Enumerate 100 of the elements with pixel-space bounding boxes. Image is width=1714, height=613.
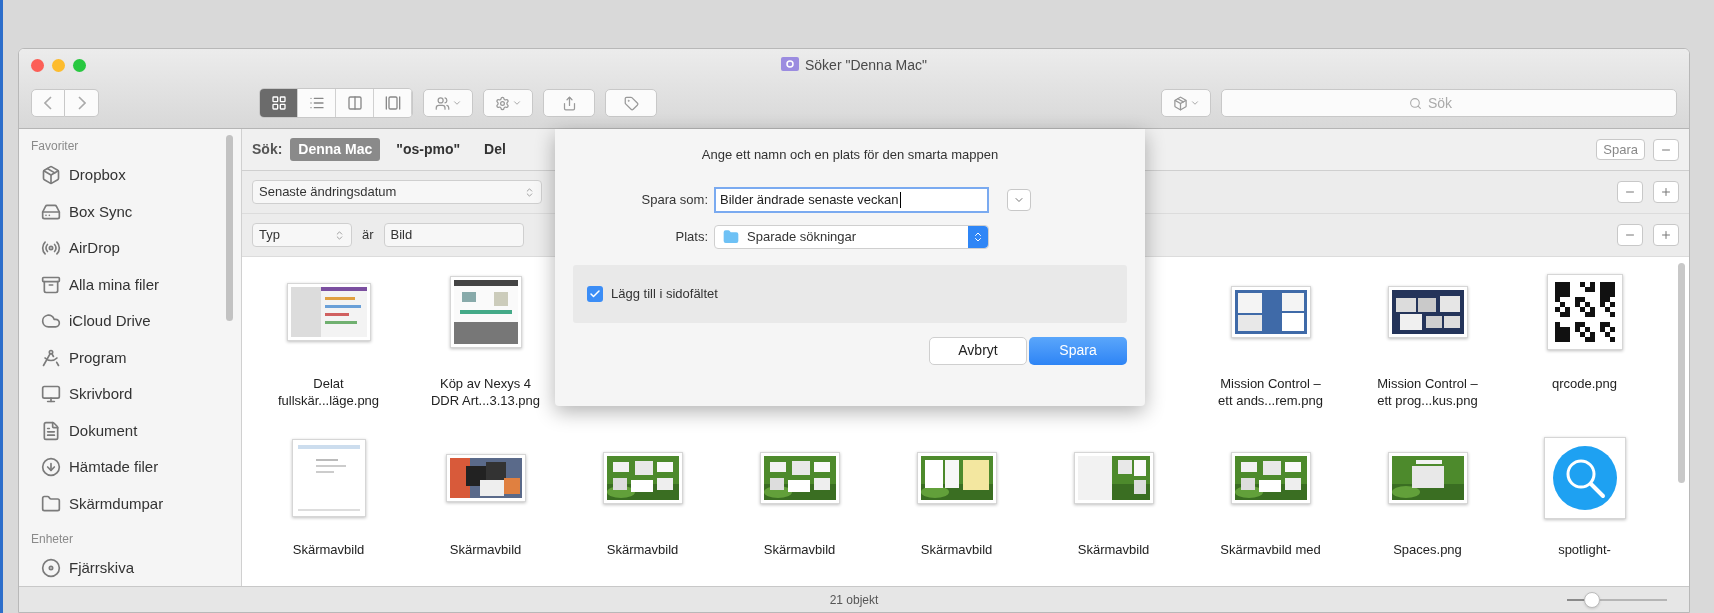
- action-button[interactable]: [483, 89, 533, 117]
- download-icon: [41, 457, 61, 478]
- search-field[interactable]: Sök: [1221, 89, 1677, 117]
- save-as-label: Spara som:: [640, 190, 708, 209]
- sidebar-item[interactable]: Box Sync: [69, 200, 133, 223]
- search-icon: [1409, 97, 1422, 110]
- forward-button[interactable]: [65, 89, 99, 117]
- file-name[interactable]: Mission Control – ett prog...kus.png: [1377, 375, 1478, 409]
- sidebar-item[interactable]: Hämtade filer: [69, 456, 159, 479]
- search-scope-label: Sök:: [252, 140, 283, 159]
- gear-icon: [494, 95, 510, 111]
- stepper-icon: [334, 229, 345, 241]
- folder-icon: [41, 493, 61, 514]
- dialog-message: Ange ett namn och en plats för den smarta mappen: [700, 146, 1000, 164]
- view-mode-button[interactable]: [298, 89, 336, 117]
- sidebar-item[interactable]: AirDrop: [69, 237, 120, 260]
- cancel-button[interactable]: Avbryt: [929, 336, 1027, 365]
- add-button[interactable]: [1653, 181, 1679, 203]
- file-name[interactable]: Skärmavbild: [920, 541, 993, 558]
- add-button[interactable]: [1653, 224, 1679, 246]
- back-button[interactable]: [31, 89, 65, 117]
- criteria-operator: är: [362, 226, 374, 245]
- close-button[interactable]: [31, 58, 44, 72]
- tag-button[interactable]: [605, 89, 657, 117]
- caret-icon: [1189, 98, 1200, 108]
- columns-icon: [346, 95, 363, 111]
- criteria-popup[interactable]: Senaste ändringsdatum: [252, 180, 542, 204]
- caret-icon: [511, 98, 522, 108]
- caret-icon: [451, 98, 462, 108]
- window-title: Söker "Denna Mac": [805, 55, 927, 75]
- location-label: Plats:: [674, 227, 708, 246]
- sidebar-item[interactable]: Fjärrskiva: [69, 557, 134, 580]
- sidebar-item[interactable]: Skrivbord: [69, 383, 133, 406]
- box-icon: [41, 165, 61, 186]
- sidebar-heading: Favoriter: [31, 138, 80, 155]
- list-icon: [308, 95, 325, 111]
- item-count: 21 objekt: [829, 591, 879, 609]
- remove-button[interactable]: [1653, 138, 1679, 161]
- folder-icon: [723, 228, 739, 245]
- save-search-button[interactable]: Spara: [1596, 138, 1645, 161]
- view-mode-button[interactable]: [374, 89, 412, 117]
- compass-icon: [41, 347, 61, 368]
- scrollbar[interactable]: [226, 135, 233, 321]
- stepper-icon: [972, 230, 984, 243]
- view-mode-button[interactable]: [260, 89, 298, 117]
- grid-icon: [270, 95, 287, 111]
- people-icon: [434, 95, 450, 111]
- sidebar-item[interactable]: Alla mina filer: [69, 273, 160, 296]
- file-name[interactable]: Skärmavbild: [763, 541, 836, 558]
- drawer-icon: [41, 274, 61, 295]
- remove-button[interactable]: [1617, 181, 1643, 203]
- document-icon: [41, 420, 61, 441]
- view-mode-button[interactable]: [336, 89, 374, 117]
- checkmark-icon: [589, 287, 601, 300]
- file-name[interactable]: spotlight-: [1558, 541, 1611, 558]
- disc-icon: [41, 558, 61, 579]
- file-name[interactable]: Mission Control – ett ands...rem.png: [1218, 375, 1323, 409]
- file-name[interactable]: Köp av Nexys 4 DDR Art...3.13.png: [430, 375, 541, 409]
- sidebar-item[interactable]: Dokument: [69, 419, 138, 442]
- box-icon: [1172, 95, 1188, 111]
- checkbox-label: Lägg till i sidofältet: [611, 284, 718, 303]
- monitor-icon: [41, 384, 61, 405]
- expand-button[interactable]: [1007, 188, 1031, 211]
- file-name[interactable]: Skärmavbild: [606, 541, 679, 558]
- zoom-button[interactable]: [73, 58, 86, 72]
- sidebar-item[interactable]: Dropbox: [69, 164, 126, 187]
- sidebar-item[interactable]: iCloud Drive: [69, 310, 151, 333]
- add-to-sidebar-checkbox[interactable]: [587, 285, 603, 302]
- magnifier-icon: [1550, 444, 1619, 512]
- sidebar-item[interactable]: Program: [69, 346, 127, 369]
- stepper-icon: [524, 186, 535, 198]
- minimize-button[interactable]: [52, 58, 65, 72]
- file-name[interactable]: Skärmavbild: [1077, 541, 1150, 558]
- chevron-left-icon: [44, 96, 52, 110]
- share-button[interactable]: [543, 89, 595, 117]
- plus-icon: [1660, 186, 1672, 198]
- save-as-field[interactable]: Bilder ändrade senaste veckan: [714, 186, 989, 213]
- plus-icon: [1660, 229, 1672, 241]
- search-scope-button[interactable]: Del: [476, 138, 514, 161]
- folder-icon: [781, 54, 799, 71]
- file-name[interactable]: Spaces.png: [1393, 541, 1462, 558]
- share-icon: [561, 95, 577, 111]
- arrange-button[interactable]: [423, 89, 473, 117]
- remove-button[interactable]: [1617, 224, 1643, 246]
- search-scope-button[interactable]: "os-pmo": [388, 138, 469, 161]
- chevron-right-icon: [77, 96, 86, 110]
- sidebar-item[interactable]: Skärmdumpar: [69, 492, 164, 515]
- file-name[interactable]: qrcode.png: [1551, 375, 1618, 392]
- file-name[interactable]: Skärmavbild med: [1220, 541, 1321, 558]
- file-name[interactable]: Skärmavbild: [292, 541, 365, 558]
- criteria-popup[interactable]: Typ: [252, 223, 352, 247]
- slider-thumb[interactable]: [1584, 592, 1600, 608]
- location-popup[interactable]: Sparade sökningar: [714, 224, 989, 249]
- file-name[interactable]: Delat fullskär...läge.png: [277, 375, 380, 409]
- scrollbar[interactable]: [1678, 263, 1685, 483]
- gallery-icon: [384, 95, 401, 111]
- file-name[interactable]: Skärmavbild: [449, 541, 522, 558]
- tag-icon: [623, 95, 639, 111]
- dropbox-menu-button[interactable]: [1161, 89, 1211, 117]
- criteria-value-field[interactable]: Bild: [383, 223, 524, 247]
